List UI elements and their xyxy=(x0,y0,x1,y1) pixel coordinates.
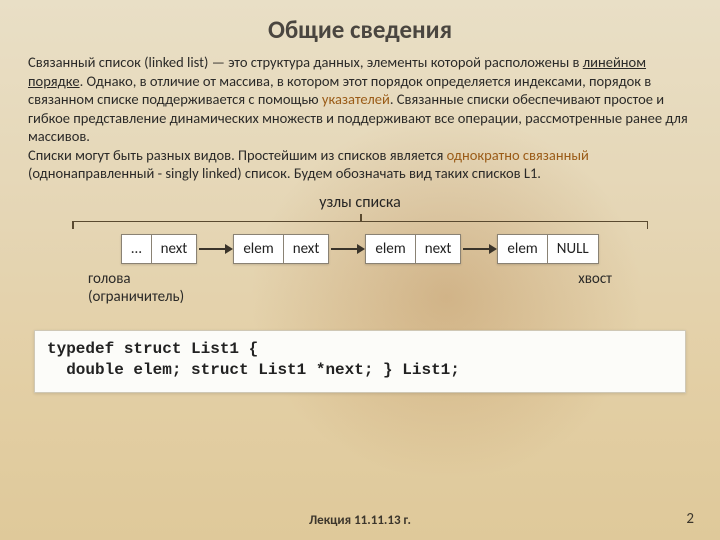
page-number: 2 xyxy=(686,510,694,528)
linked-list-diagram: …nextelemnextelemnextelemNULL xyxy=(28,234,692,264)
arrow-icon xyxy=(461,239,497,259)
node-cell: NULL xyxy=(548,235,598,263)
node-cell: elem xyxy=(234,235,283,263)
list-node: elemNULL xyxy=(497,234,598,264)
arrow-icon xyxy=(197,239,233,259)
diagram-caption: узлы списка xyxy=(28,193,692,212)
list-node: elemnext xyxy=(365,234,461,264)
list-node: …next xyxy=(121,234,197,264)
node-cell: next xyxy=(152,235,197,263)
diagram-labels: голова (ограничитель) хвост xyxy=(88,270,632,306)
node-cell: next xyxy=(416,235,461,263)
footer-lecture: Лекция 11.11.13 г. xyxy=(0,513,720,528)
list-node: elemnext xyxy=(233,234,329,264)
code-block: typedef struct List1 { double elem; stru… xyxy=(34,330,686,393)
node-cell: … xyxy=(122,235,151,263)
brace-top xyxy=(72,214,648,228)
body-paragraph: Связанный список (linked list) — это стр… xyxy=(28,53,692,183)
arrow-icon xyxy=(329,239,365,259)
slide-title: Общие сведения xyxy=(28,14,692,45)
label-tail: хвост xyxy=(578,270,612,306)
node-cell: next xyxy=(284,235,329,263)
label-head: голова (ограничитель) xyxy=(88,270,184,306)
node-cell: elem xyxy=(498,235,547,263)
node-cell: elem xyxy=(366,235,415,263)
